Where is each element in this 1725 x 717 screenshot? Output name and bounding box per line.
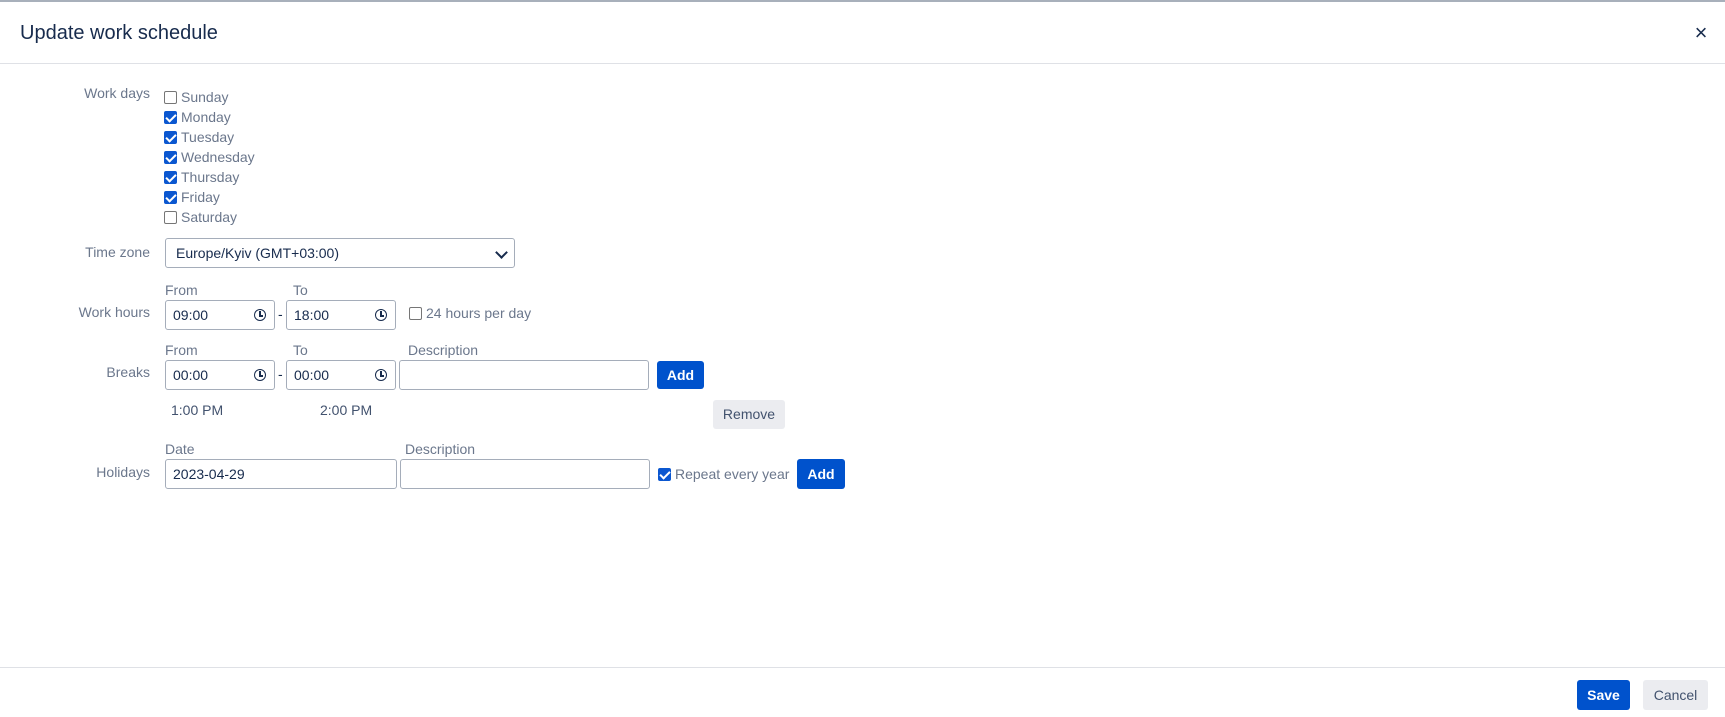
holiday-description-input[interactable] xyxy=(400,459,650,489)
work-hours-label: Work hours xyxy=(78,304,150,320)
work-hours-separator: - xyxy=(278,306,283,322)
existing-break-from: 1:00 PM xyxy=(171,402,224,418)
save-button[interactable]: Save xyxy=(1577,680,1630,710)
work-day-tuesday[interactable]: Tuesday xyxy=(164,127,234,147)
all-day-label: 24 hours per day xyxy=(426,305,532,321)
dialog-footer: Save Cancel xyxy=(0,667,1725,717)
holiday-date-value: 2023-04-29 xyxy=(173,466,245,482)
work-hours-to-input[interactable]: 18:00 xyxy=(286,300,396,330)
work-day-label: Sunday xyxy=(181,89,229,105)
work-hours-from-input[interactable]: 09:00 xyxy=(165,300,275,330)
break-from-value: 00:00 xyxy=(173,367,209,383)
holiday-date-label: Date xyxy=(165,441,195,457)
add-break-button[interactable]: Add xyxy=(657,361,704,389)
work-hours-from-label: From xyxy=(165,282,198,298)
breaks-to-label: To xyxy=(293,342,308,358)
repeat-every-year-checkbox[interactable] xyxy=(658,467,671,481)
work-day-checkbox[interactable] xyxy=(164,90,177,104)
work-day-monday[interactable]: Monday xyxy=(164,107,231,127)
time-zone-value: Europe/Kyiv (GMT+03:00) xyxy=(176,245,340,261)
breaks-description-label: Description xyxy=(408,342,479,358)
work-day-checkbox[interactable] xyxy=(164,170,177,184)
time-zone-label: Time zone xyxy=(85,244,150,260)
work-day-checkbox[interactable] xyxy=(164,210,177,224)
holidays-label: Holidays xyxy=(96,464,150,480)
cancel-button[interactable]: Cancel xyxy=(1643,680,1708,710)
work-day-label: Friday xyxy=(181,189,220,205)
work-day-wednesday[interactable]: Wednesday xyxy=(164,147,255,167)
work-day-label: Monday xyxy=(181,109,231,125)
work-day-label: Tuesday xyxy=(181,129,235,145)
repeat-every-year-label: Repeat every year xyxy=(675,466,790,482)
break-separator: - xyxy=(278,366,283,382)
holiday-description-label: Description xyxy=(405,441,476,457)
time-zone-select[interactable]: Europe/Kyiv (GMT+03:00) xyxy=(165,238,515,268)
break-from-input[interactable]: 00:00 xyxy=(165,360,275,390)
remove-break-button[interactable]: Remove xyxy=(713,400,785,429)
clock-icon[interactable] xyxy=(375,309,387,321)
work-day-checkbox[interactable] xyxy=(164,130,177,144)
dialog-header: Update work schedule × xyxy=(0,2,1725,64)
work-days-label: Work days xyxy=(84,85,150,101)
work-day-label: Thursday xyxy=(181,169,240,185)
break-to-value: 00:00 xyxy=(294,367,330,383)
work-hours-to-value: 18:00 xyxy=(294,307,330,323)
work-day-checkbox[interactable] xyxy=(164,190,177,204)
work-day-checkbox[interactable] xyxy=(164,110,177,124)
clock-icon[interactable] xyxy=(254,369,266,381)
repeat-every-year-option[interactable]: Repeat every year xyxy=(658,464,789,484)
work-day-label: Saturday xyxy=(181,209,238,225)
holiday-date-input[interactable]: 2023-04-29 xyxy=(165,459,397,489)
dialog-title: Update work schedule xyxy=(20,22,218,44)
existing-break-to: 2:00 PM xyxy=(320,402,373,418)
break-description-input[interactable] xyxy=(399,360,649,390)
add-holiday-button[interactable]: Add xyxy=(797,459,845,489)
work-day-saturday[interactable]: Saturday xyxy=(164,207,237,227)
break-to-input[interactable]: 00:00 xyxy=(286,360,396,390)
chevron-down-icon xyxy=(495,246,508,259)
clock-icon[interactable] xyxy=(375,369,387,381)
work-day-sunday[interactable]: Sunday xyxy=(164,87,228,107)
breaks-from-label: From xyxy=(165,342,198,358)
work-day-thursday[interactable]: Thursday xyxy=(164,167,239,187)
breaks-label: Breaks xyxy=(106,364,150,380)
work-hours-from-value: 09:00 xyxy=(173,307,209,323)
work-day-label: Wednesday xyxy=(181,149,255,165)
work-hours-to-label: To xyxy=(293,282,308,298)
work-day-checkbox[interactable] xyxy=(164,150,177,164)
work-day-friday[interactable]: Friday xyxy=(164,187,220,207)
close-icon[interactable]: × xyxy=(1688,20,1714,46)
all-day-checkbox[interactable] xyxy=(409,306,422,320)
all-day-option[interactable]: 24 hours per day xyxy=(409,303,531,323)
clock-icon[interactable] xyxy=(254,309,266,321)
